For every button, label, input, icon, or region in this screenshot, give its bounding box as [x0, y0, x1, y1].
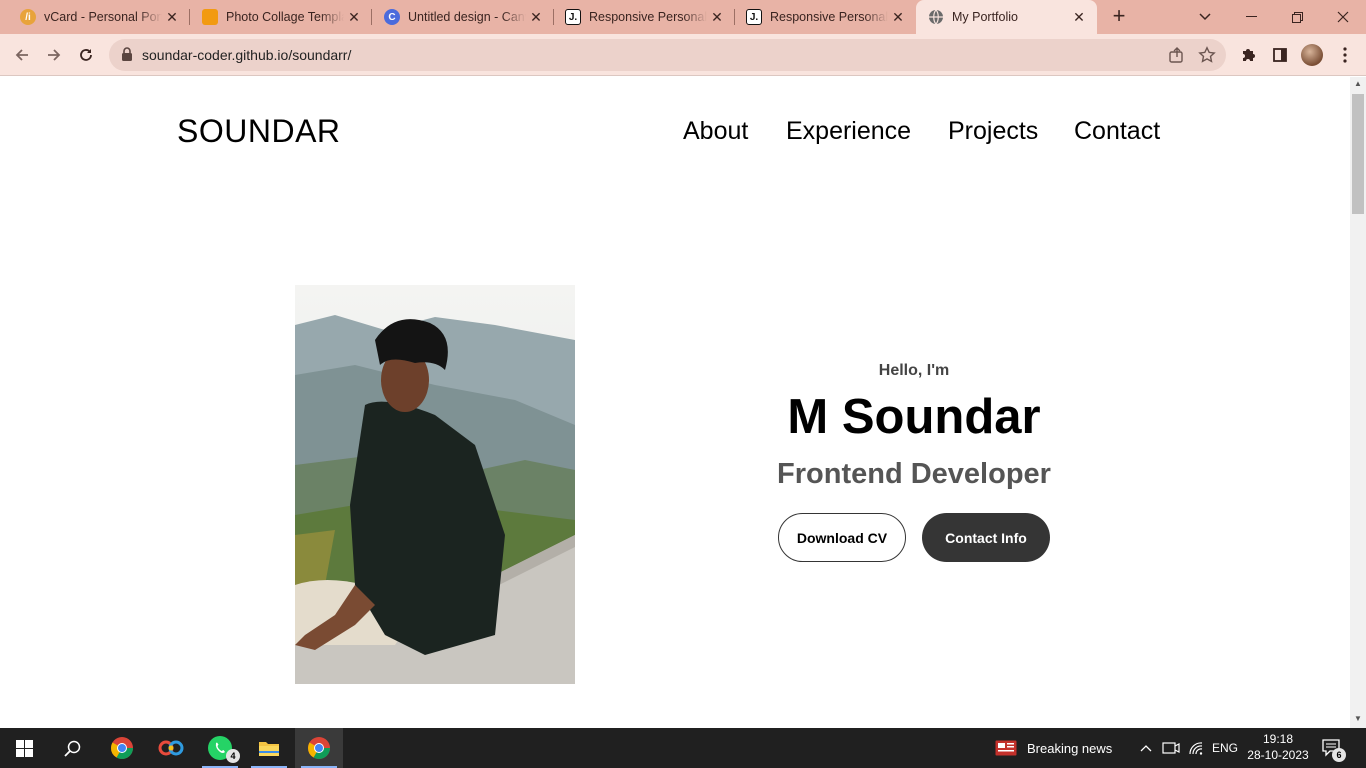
clock-time: 19:18 — [1262, 732, 1294, 746]
show-hidden-icons-button[interactable] — [1140, 728, 1152, 768]
close-window-button[interactable] — [1320, 0, 1366, 34]
nav-link-contact[interactable]: Contact — [1074, 117, 1160, 146]
download-cv-button[interactable]: Download CV — [778, 513, 906, 562]
close-icon[interactable]: ✕ — [890, 9, 906, 25]
profile-avatar[interactable] — [1301, 44, 1323, 66]
share-icon[interactable] — [1168, 46, 1186, 69]
new-tab-button[interactable]: + — [1108, 5, 1130, 28]
close-icon — [1337, 11, 1349, 23]
windows-icon — [15, 739, 33, 757]
hero-role: Frontend Developer — [777, 458, 1051, 490]
taskbar-chrome-active[interactable] — [295, 728, 343, 768]
side-panel-icon — [1273, 48, 1287, 62]
star-icon[interactable] — [1198, 46, 1216, 69]
nav-link-about[interactable]: About — [683, 117, 748, 146]
j-icon: J. — [746, 9, 762, 25]
close-icon[interactable]: ✕ — [346, 9, 362, 25]
wifi-button[interactable] — [1188, 728, 1204, 768]
collage-icon — [202, 9, 218, 25]
news-icon — [995, 740, 1017, 756]
tab-title: vCard - Personal Portfolio — [44, 10, 162, 24]
browser-toolbar: soundar-coder.github.io/soundarr/ — [0, 34, 1366, 76]
back-button[interactable] — [10, 43, 34, 67]
nav-link-experience[interactable]: Experience — [786, 117, 911, 146]
tab-strip: /i vCard - Personal Portfolio ✕ Photo Co… — [0, 0, 1366, 34]
close-icon[interactable]: ✕ — [164, 9, 180, 25]
address-bar[interactable]: soundar-coder.github.io/soundarr/ — [109, 39, 1226, 71]
taskbar-file-explorer[interactable] — [245, 728, 293, 768]
notification-badge: 6 — [1332, 748, 1346, 762]
site-logo[interactable]: SOUNDAR — [177, 113, 341, 150]
scroll-down-icon[interactable]: ▼ — [1353, 714, 1363, 723]
puzzle-icon — [1243, 49, 1255, 61]
chrome-icon — [308, 737, 330, 759]
profile-photo — [295, 285, 575, 684]
browser-tab[interactable]: /i vCard - Personal Portfolio ✕ — [0, 0, 190, 34]
reload-button[interactable] — [74, 43, 98, 67]
hero-greeting: Hello, I'm — [878, 362, 950, 379]
globe-icon — [928, 9, 944, 25]
browser-tab-active[interactable]: My Portfolio ✕ — [916, 0, 1097, 34]
reload-icon — [80, 49, 92, 61]
hero-name: M Soundar — [787, 390, 1041, 444]
search-icon — [63, 740, 80, 757]
search-button[interactable] — [48, 728, 96, 768]
j-icon: J. — [565, 9, 581, 25]
nav-link-projects[interactable]: Projects — [948, 117, 1038, 146]
tab-title: Responsive Personal Portfolio — [589, 10, 707, 24]
more-vert-icon — [1343, 47, 1347, 63]
lock-icon[interactable] — [121, 47, 133, 66]
web-page: SOUNDAR About Experience Projects Contac… — [0, 77, 1350, 728]
system-clock[interactable]: 19:18 28-10-2023 — [1240, 731, 1316, 763]
clock-date: 28-10-2023 — [1247, 748, 1309, 762]
camera-icon — [1162, 742, 1180, 754]
arrow-left-icon — [15, 49, 28, 61]
windows-taskbar: 4 Breaking news ENG 19:18 28-10-2023 6 — [0, 728, 1366, 768]
minimize-icon — [1245, 16, 1257, 17]
start-button[interactable] — [0, 728, 48, 768]
restore-button[interactable] — [1274, 0, 1320, 34]
browser-tab[interactable]: J. Responsive Personal Portfolio ✕ — [726, 0, 916, 34]
tab-search-button[interactable] — [1182, 0, 1228, 34]
contact-info-button[interactable]: Contact Info — [922, 513, 1050, 562]
tab-title: Photo Collage Template — [226, 10, 344, 24]
close-icon[interactable]: ✕ — [528, 9, 544, 25]
tab-title: Untitled design - Canva — [408, 10, 526, 24]
news-label: Breaking news — [1027, 740, 1113, 756]
folder-icon — [259, 742, 279, 756]
minimize-button[interactable] — [1228, 0, 1274, 34]
forward-button[interactable] — [42, 43, 66, 67]
scrollbar-thumb[interactable] — [1352, 94, 1364, 214]
side-panel-button[interactable] — [1268, 43, 1292, 67]
browser-tab[interactable]: J. Responsive Personal Portfolio ✕ — [545, 0, 735, 34]
tab-title: Responsive Personal Portfolio — [770, 10, 888, 24]
canva-icon: C — [384, 9, 400, 25]
chevron-up-icon — [1140, 745, 1152, 752]
taskbar-whatsapp[interactable]: 4 — [196, 728, 244, 768]
arrow-right-icon — [48, 49, 61, 61]
url-text[interactable]: soundar-coder.github.io/soundarr/ — [142, 47, 351, 63]
close-icon[interactable]: ✕ — [709, 9, 725, 25]
news-widget[interactable]: Breaking news — [995, 728, 1112, 768]
notification-badge: 4 — [226, 749, 240, 763]
browser-tab[interactable]: Photo Collage Template ✕ — [182, 0, 372, 34]
tab-title: My Portfolio — [952, 10, 1018, 24]
restore-icon — [1291, 11, 1303, 23]
chrome-icon — [111, 737, 133, 759]
language-indicator[interactable]: ENG — [1212, 728, 1238, 768]
scroll-up-icon[interactable]: ▲ — [1353, 79, 1363, 88]
notification-center-button[interactable]: 6 — [1322, 728, 1346, 768]
taskbar-app[interactable] — [147, 728, 195, 768]
extensions-button[interactable] — [1236, 43, 1260, 67]
taskbar-chrome[interactable] — [98, 728, 146, 768]
menu-button[interactable] — [1333, 43, 1357, 67]
wifi-icon — [1189, 742, 1203, 755]
close-icon[interactable]: ✕ — [1071, 9, 1087, 25]
vcard-icon: /i — [20, 9, 36, 25]
infinity-app-icon — [158, 740, 184, 756]
meet-now-button[interactable] — [1162, 728, 1180, 768]
chevron-down-icon — [1199, 13, 1211, 21]
browser-tab[interactable]: C Untitled design - Canva ✕ — [364, 0, 554, 34]
page-scrollbar[interactable]: ▲ ▼ — [1350, 77, 1366, 728]
